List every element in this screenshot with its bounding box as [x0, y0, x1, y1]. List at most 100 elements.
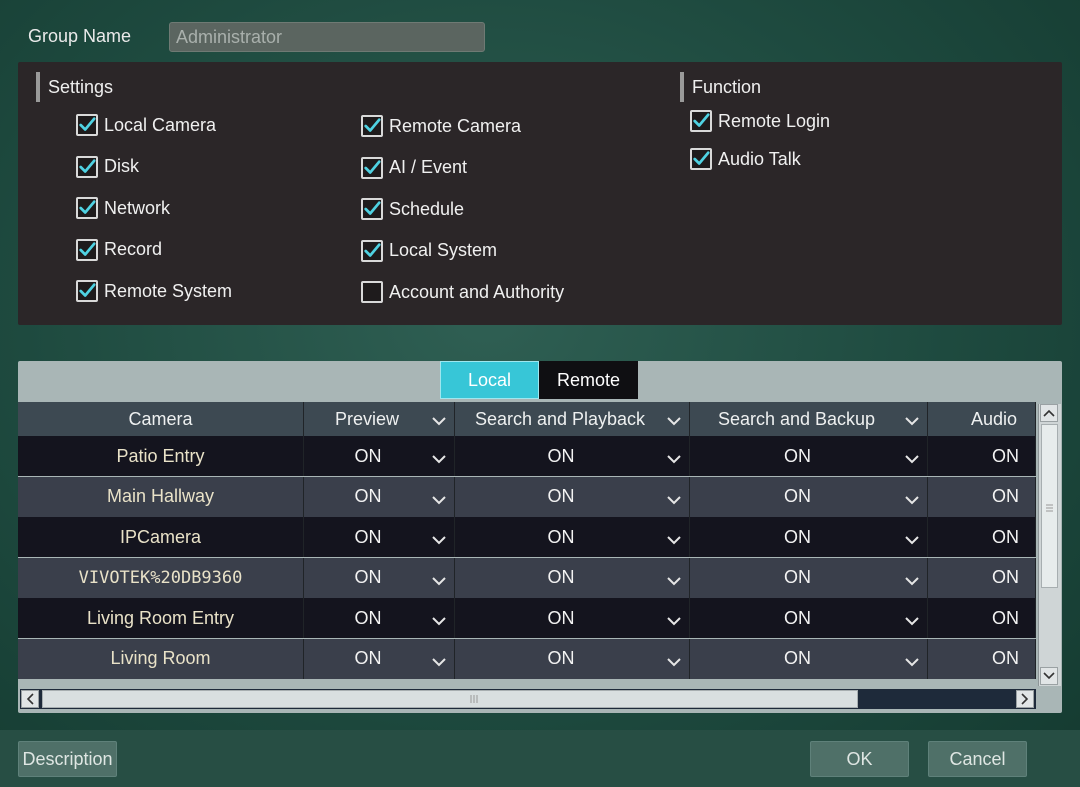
scroll-down-button[interactable] [1040, 667, 1058, 685]
checkbox-remote-login[interactable]: Remote Login [690, 110, 830, 132]
cell-preview[interactable]: ON [304, 517, 455, 557]
cell-playback[interactable]: ON [455, 557, 690, 598]
checkbox-account-and-authority[interactable]: Account and Authority [361, 281, 564, 303]
table-row[interactable]: Patio Entry ON ON ON ON [18, 436, 1036, 476]
checkbox-local-system[interactable]: Local System [361, 239, 497, 262]
checkbox-checked-icon[interactable] [76, 280, 98, 302]
horizontal-scroll-thumb[interactable] [42, 690, 858, 708]
checkbox-local-camera[interactable]: Local Camera [76, 114, 216, 136]
cell-playback[interactable]: ON [455, 476, 690, 517]
cell-playback[interactable]: ON [455, 638, 690, 679]
table-row[interactable]: Main Hallway ON ON ON ON [18, 476, 1036, 517]
column-header-search-and-backup[interactable]: Search and Backup [690, 402, 928, 436]
checkbox-checked-icon[interactable] [361, 239, 383, 262]
checkbox-record[interactable]: Record [76, 238, 162, 261]
chevron-down-icon[interactable] [905, 651, 919, 672]
cell-backup[interactable]: ON [690, 476, 928, 517]
chevron-down-icon[interactable] [667, 410, 681, 431]
permission-value: ON [784, 526, 811, 547]
tab-remote[interactable]: Remote [539, 361, 638, 399]
cancel-button[interactable]: Cancel [928, 741, 1027, 777]
chevron-down-icon[interactable] [432, 651, 446, 672]
group-name-input[interactable] [169, 22, 485, 52]
chevron-down-icon[interactable] [432, 529, 446, 550]
table-row[interactable]: Living Room Entry ON ON ON ON [18, 598, 1036, 638]
vertical-scrollbar[interactable] [1038, 404, 1061, 686]
chevron-down-icon[interactable] [667, 489, 681, 510]
camera-name: IPCamera [119, 526, 202, 547]
permission-value: ON [992, 526, 1019, 547]
chevron-down-icon[interactable] [905, 529, 919, 550]
chevron-down-icon[interactable] [905, 410, 919, 431]
chevron-down-icon[interactable] [905, 610, 919, 631]
chevron-down-icon[interactable] [667, 529, 681, 550]
column-header-preview[interactable]: Preview [304, 402, 455, 436]
cell-backup[interactable]: ON [690, 638, 928, 679]
chevron-down-icon[interactable] [905, 489, 919, 510]
chevron-down-icon[interactable] [432, 448, 446, 469]
scroll-up-button[interactable] [1040, 404, 1058, 422]
chevron-down-icon[interactable] [432, 410, 446, 431]
checkbox-remote-camera[interactable]: Remote Camera [361, 115, 521, 137]
checkbox-checked-icon[interactable] [690, 148, 712, 170]
cell-preview[interactable]: ON [304, 476, 455, 517]
description-button[interactable]: Description [18, 741, 117, 777]
chevron-down-icon[interactable] [667, 651, 681, 672]
column-header-label: Preview [334, 408, 400, 429]
permission-value: ON [547, 445, 575, 466]
permission-value: ON [784, 445, 811, 466]
scroll-right-button[interactable] [1016, 690, 1034, 708]
permission-value: ON [547, 607, 575, 628]
permission-value: ON [547, 526, 575, 547]
checkbox-ai-event[interactable]: AI / Event [361, 156, 467, 179]
checkbox-network[interactable]: Network [76, 197, 170, 219]
checkbox-audio-talk[interactable]: Audio Talk [690, 148, 801, 170]
horizontal-scrollbar[interactable] [20, 689, 1036, 709]
checkbox-checked-icon[interactable] [361, 115, 383, 137]
chevron-down-icon[interactable] [905, 570, 919, 591]
table-row[interactable]: IPCamera ON ON ON ON [18, 517, 1036, 557]
group-name-label: Group Name [28, 26, 132, 46]
checkbox-checked-icon[interactable] [76, 197, 98, 219]
cell-backup[interactable]: ON [690, 557, 928, 598]
checkbox-checked-icon[interactable] [690, 110, 712, 132]
checkbox-checked-icon[interactable] [361, 156, 383, 179]
settings-title: Settings [36, 72, 113, 102]
checkbox-label: Remote System [104, 280, 233, 301]
column-header-search-and-playback[interactable]: Search and Playback [455, 402, 690, 436]
checkbox-checked-icon[interactable] [76, 155, 98, 178]
checkbox-checked-icon[interactable] [361, 198, 383, 220]
cell-playback[interactable]: ON [455, 436, 690, 476]
scroll-left-button[interactable] [21, 690, 39, 708]
cell-preview[interactable]: ON [304, 436, 455, 476]
chevron-down-icon[interactable] [667, 610, 681, 631]
checkbox-unchecked-icon[interactable] [361, 281, 383, 303]
vertical-scroll-thumb[interactable] [1041, 424, 1058, 588]
checkbox-remote-system[interactable]: Remote System [76, 280, 232, 302]
cell-backup[interactable]: ON [690, 436, 928, 476]
column-header-audio: Audio [928, 402, 1036, 436]
checkbox-checked-icon[interactable] [76, 114, 98, 136]
cell-backup[interactable]: ON [690, 598, 928, 638]
column-header-label: Camera [128, 408, 193, 429]
bottom-bar [0, 730, 1080, 787]
ok-button[interactable]: OK [810, 741, 909, 777]
table-row[interactable]: VIVOTEK%20DB9360 ON ON ON ON [18, 557, 1036, 598]
checkbox-checked-icon[interactable] [76, 238, 98, 261]
cell-preview[interactable]: ON [304, 638, 455, 679]
cell-preview[interactable]: ON [304, 598, 455, 638]
cell-backup[interactable]: ON [690, 517, 928, 557]
chevron-down-icon[interactable] [667, 570, 681, 591]
checkbox-disk[interactable]: Disk [76, 155, 139, 178]
tab-local[interactable]: Local [440, 361, 539, 399]
cell-playback[interactable]: ON [455, 517, 690, 557]
chevron-down-icon[interactable] [432, 570, 446, 591]
chevron-down-icon[interactable] [432, 489, 446, 510]
table-row[interactable]: Living Room ON ON ON ON [18, 638, 1036, 679]
cell-playback[interactable]: ON [455, 598, 690, 638]
checkbox-schedule[interactable]: Schedule [361, 198, 464, 220]
chevron-down-icon[interactable] [905, 448, 919, 469]
chevron-down-icon[interactable] [667, 448, 681, 469]
chevron-down-icon[interactable] [432, 610, 446, 631]
cell-preview[interactable]: ON [304, 557, 455, 598]
